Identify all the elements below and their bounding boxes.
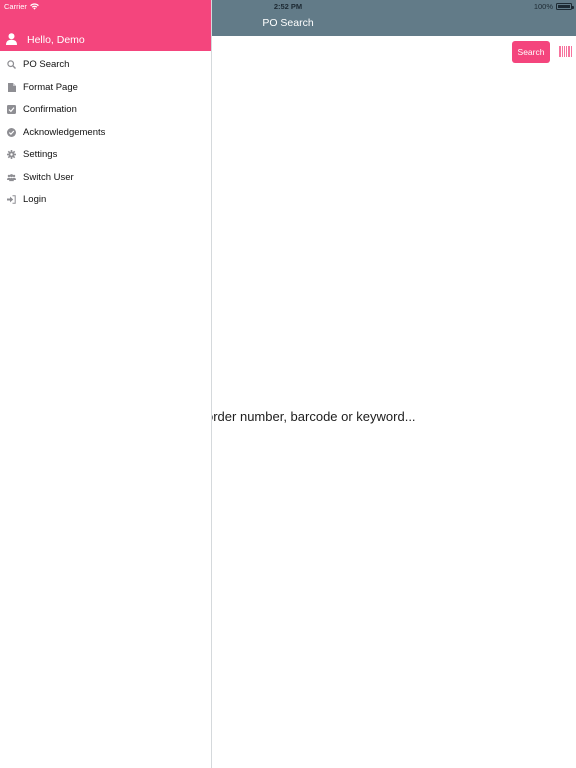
- menu-item-label: Login: [23, 194, 47, 205]
- status-bar: Carrier 2:52 PM 100%: [0, 0, 576, 12]
- menu-item-confirmation[interactable]: Confirmation: [0, 99, 211, 122]
- menu-item-label: Acknowledgements: [23, 126, 106, 138]
- search-hint-text: order number, barcode or keyword...: [206, 409, 416, 424]
- check-circle-icon: [7, 127, 16, 137]
- drawer-menu: PO Search Format Page Confirmation Ackno…: [0, 54, 211, 212]
- search-icon: [7, 60, 16, 69]
- menu-item-label: PO Search: [23, 59, 70, 70]
- sign-in-icon: [7, 195, 16, 204]
- status-time: 2:52 PM: [273, 2, 303, 11]
- menu-item-label: Settings: [23, 149, 58, 160]
- side-drawer: Hello, Demo PO Search Format Page Confir…: [0, 0, 212, 768]
- menu-item-acknowledgements[interactable]: Acknowledgements: [0, 122, 211, 145]
- menu-item-login[interactable]: Login: [0, 189, 211, 212]
- users-icon: [7, 173, 16, 182]
- menu-item-settings[interactable]: Settings: [0, 144, 211, 167]
- checkbox-icon: [7, 105, 16, 114]
- menu-item-format-page[interactable]: Format Page: [0, 77, 211, 100]
- gear-icon: [7, 150, 16, 159]
- menu-item-label: Confirmation: [23, 104, 77, 115]
- battery-percent: 100%: [533, 2, 553, 11]
- status-right: 100%: [533, 2, 574, 11]
- document-icon: [7, 82, 16, 92]
- barcode-icon[interactable]: [559, 46, 573, 57]
- battery-icon: [556, 3, 574, 10]
- user-icon: [6, 33, 17, 45]
- menu-item-po-search[interactable]: PO Search: [0, 54, 211, 77]
- search-button[interactable]: Search: [512, 41, 550, 63]
- menu-item-switch-user[interactable]: Switch User: [0, 167, 211, 190]
- menu-item-label: Switch User: [23, 171, 74, 183]
- user-greeting: Hello, Demo: [27, 34, 85, 46]
- menu-item-label: Format Page: [23, 81, 78, 93]
